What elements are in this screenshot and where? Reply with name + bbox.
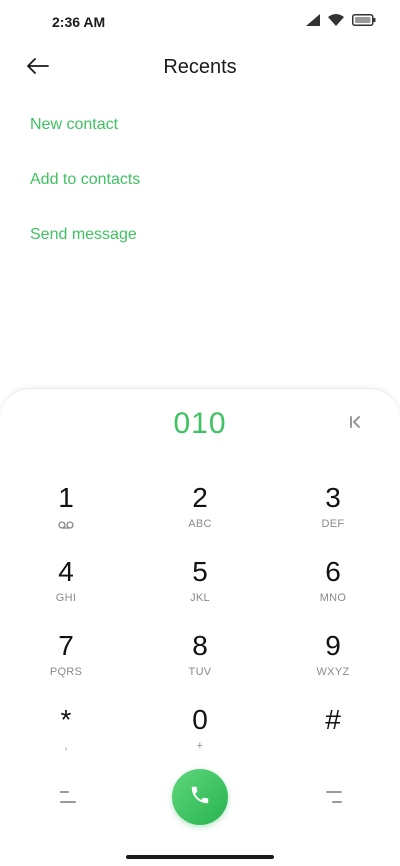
sim-right-button[interactable] xyxy=(326,791,342,803)
key-digit: 5 xyxy=(192,556,208,587)
key-letters: GHI xyxy=(55,592,77,604)
dialpad-key-hash[interactable]: # xyxy=(283,703,383,771)
voicemail-icon xyxy=(58,519,74,531)
dialpad-key-0[interactable]: 0 + xyxy=(150,703,250,771)
send-message-link[interactable]: Send message xyxy=(30,224,140,279)
dialed-number: 010 xyxy=(173,407,227,440)
dialpad-key-6[interactable]: 6 MNO xyxy=(283,555,383,623)
key-digit: 9 xyxy=(325,630,341,661)
key-digit: * xyxy=(60,704,72,735)
dialpad-key-5[interactable]: 5 JKL xyxy=(150,555,250,623)
key-letters: TUV xyxy=(188,666,212,678)
key-digit: 0 xyxy=(192,704,208,735)
sim-left-button[interactable] xyxy=(60,791,76,803)
key-letters: MNO xyxy=(319,592,347,604)
dialpad-key-4[interactable]: 4 GHI xyxy=(16,555,116,623)
dialpad-key-star[interactable]: * , xyxy=(16,703,116,771)
action-list: New contact Add to contacts Send message xyxy=(30,114,140,279)
key-letters: , xyxy=(64,740,68,752)
key-digit: 6 xyxy=(325,556,341,587)
home-indicator[interactable] xyxy=(126,855,274,859)
dialpad-sheet: 010 1 2 ABC 3 DEF 4 GHI 5 JKL 6 MNO 7 PQ… xyxy=(0,388,400,866)
dialpad-key-3[interactable]: 3 DEF xyxy=(283,481,383,549)
key-digit: 4 xyxy=(58,556,74,587)
key-letters: WXYZ xyxy=(316,666,350,678)
bar-icon xyxy=(60,801,76,803)
phone-icon xyxy=(189,784,211,811)
bar-icon xyxy=(326,791,342,793)
app-bar: Recents xyxy=(0,44,400,92)
call-button[interactable] xyxy=(172,769,228,825)
new-contact-link[interactable]: New contact xyxy=(30,114,140,169)
key-digit: 1 xyxy=(58,482,74,513)
backspace-icon xyxy=(349,415,361,433)
backspace-button[interactable] xyxy=(346,413,364,435)
key-digit: 8 xyxy=(192,630,208,661)
bar-icon xyxy=(332,801,342,803)
status-time: 2:36 AM xyxy=(52,14,106,30)
key-letters: DEF xyxy=(321,518,345,530)
key-letters: JKL xyxy=(190,592,210,604)
signal-icon xyxy=(306,14,320,26)
status-bar: 2:36 AM xyxy=(0,0,400,44)
battery-icon xyxy=(352,14,376,26)
key-digit: 7 xyxy=(58,630,74,661)
dialpad-key-9[interactable]: 9 WXYZ xyxy=(283,629,383,697)
wifi-icon xyxy=(328,14,344,26)
add-to-contacts-link[interactable]: Add to contacts xyxy=(30,169,140,224)
bar-icon xyxy=(60,791,69,793)
dialpad-key-7[interactable]: 7 PQRS xyxy=(16,629,116,697)
dialpad-key-8[interactable]: 8 TUV xyxy=(150,629,250,697)
key-letters: + xyxy=(196,740,204,752)
status-icons xyxy=(306,14,376,26)
key-digit: 3 xyxy=(325,482,341,513)
dialpad-key-1[interactable]: 1 xyxy=(16,481,116,549)
key-digit: # xyxy=(325,704,341,735)
key-letters: PQRS xyxy=(49,666,83,678)
page-title: Recents xyxy=(163,56,237,78)
dialpad-key-2[interactable]: 2 ABC xyxy=(150,481,250,549)
key-letters: ABC xyxy=(188,518,212,530)
call-row xyxy=(0,769,400,829)
key-digit: 2 xyxy=(192,482,208,513)
